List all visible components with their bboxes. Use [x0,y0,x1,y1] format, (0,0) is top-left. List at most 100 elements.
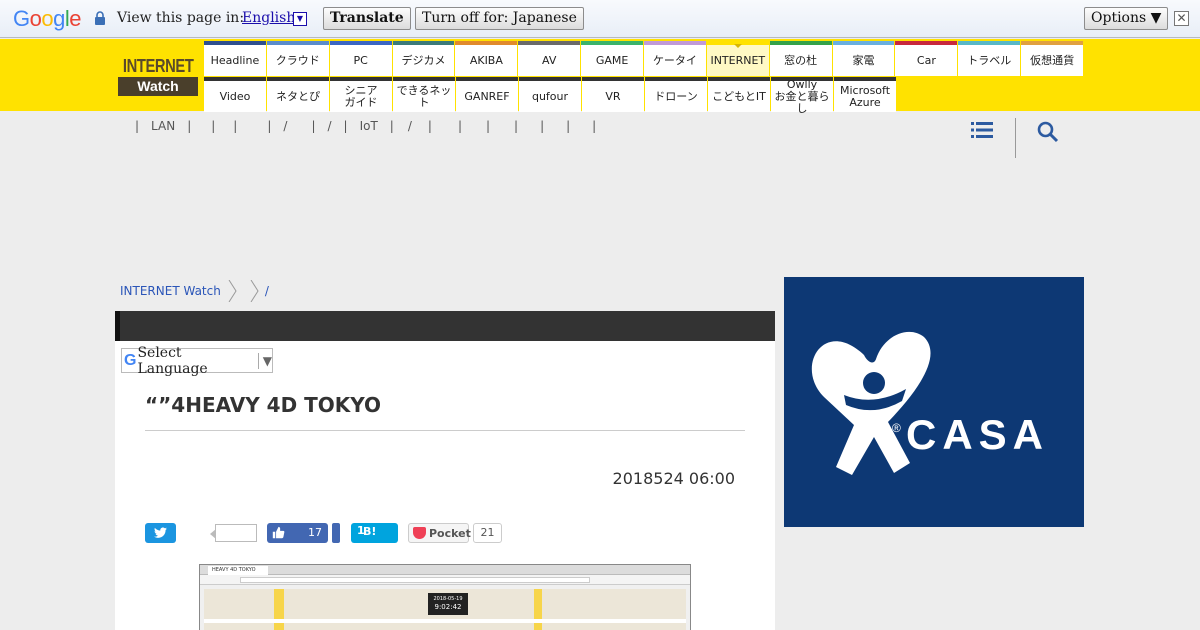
select-language-label: Select Language [137,344,208,377]
chevron-down-icon: ▼ [262,353,272,368]
twitter-icon [154,527,167,538]
nav-item[interactable]: qufour [519,77,581,112]
screenshot-tabbar: HEAVY 4D TOKYO [200,565,690,575]
nav-item[interactable]: デジカメ [392,41,455,76]
sub-nav-separator: | [187,119,192,133]
menu-icon[interactable] [971,121,993,139]
casa-logo [811,331,931,475]
sub-nav-separator: | [211,119,216,133]
map-road [534,589,542,630]
turn-off-button[interactable]: Turn off for: Japanese [415,7,584,30]
nav-row-primary: Headline クラウド PC デジカメ AKIBA AV GAME ケータイ INTERNE… [204,41,1084,77]
nav-item[interactable]: ネタとぴ [267,77,329,112]
sub-nav-separator: | [233,119,238,133]
sub-nav-separator: | [311,119,316,133]
sub-nav-separator: | [135,119,140,133]
breadcrumb-home[interactable]: INTERNET Watch [120,284,221,298]
translate-button[interactable]: Translate [323,7,411,30]
breadcrumb-separator-icon [250,280,259,302]
header-divider [1015,118,1016,158]
title-divider [145,430,745,431]
nav-item[interactable]: クラウド [266,41,329,76]
article-title: “”4HEAVY 4D TOKYO [145,393,382,417]
nav-item[interactable]: ドローン [645,77,707,112]
dropdown-divider [257,352,259,369]
chevron-down-icon[interactable]: ▼ [293,12,307,26]
view-page-label: View this page in: [117,10,245,26]
nav-item[interactable]: Video [204,77,266,112]
close-icon[interactable]: ✕ [1174,11,1189,26]
nav-item[interactable]: ケータイ [644,41,706,76]
article: G Select Language ▼ “”4HEAVY 4D TOKYO 20… [115,311,775,630]
pocket-count: 21 [473,523,502,543]
nav-item[interactable]: GANREF [456,77,518,112]
translate-bar: Google View this page in: English ▼ Tran… [0,0,1200,38]
sub-nav-separator: | [343,119,348,133]
nav-item[interactable]: Microsoft Azure [834,77,896,112]
sub-nav-separator: | [514,119,519,133]
facebook-share-button[interactable] [332,523,340,543]
sub-nav-separator: | [540,119,545,133]
nav-item[interactable]: AV [518,41,581,76]
sub-nav-item[interactable]: / [283,119,287,133]
lock-icon [95,11,105,25]
language-select[interactable]: English [242,10,295,26]
google-logo: Google [13,6,82,31]
site-header: INTERNET Watch Headline クラウド PC デジカメ AKIBA AV… [0,39,1200,114]
nav-item[interactable]: Owlly お金と暮らし [771,77,833,114]
hatena-bookmark-button[interactable]: B! 1 [351,523,398,543]
sub-nav-separator: | [566,119,571,133]
nav-item[interactable]: PC [329,41,392,76]
map-road [274,589,284,630]
screenshot-urlbar [200,575,690,585]
sub-nav-separator: | [592,119,597,133]
search-icon[interactable] [1037,121,1059,143]
sub-nav-separator: | [427,119,432,133]
casa-ad[interactable]: ® CASA [784,277,1084,527]
sub-nav-item[interactable]: / [327,119,331,133]
article-date: 2018524 06:00 [612,469,735,488]
nav-item[interactable]: 窓の杜 [769,41,832,76]
select-language-dropdown[interactable]: G Select Language ▼ [121,345,273,377]
pocket-button[interactable]: Pocket [408,523,471,543]
options-button[interactable]: Options ▼ [1084,7,1169,30]
casa-brand-text: CASA [906,411,1050,458]
nav-item[interactable]: INTERNET [706,41,769,76]
screenshot-tab: HEAVY 4D TOKYO [208,566,268,575]
google-g-icon: G [124,351,137,369]
nav-item[interactable]: GAME [581,41,644,76]
nav-item[interactable]: できるネット [393,77,455,112]
article-header-bar [115,311,775,341]
sub-nav-item[interactable]: / [408,119,412,133]
nav-item[interactable]: Car [895,41,958,76]
logo-bottom-text: Watch [118,77,198,96]
site-nav: Headline クラウド PC デジカメ AKIBA AV GAME ケータイ INTERNE… [204,41,1084,114]
nav-row-secondary: Video ネタとぴ シニア ガイド できるネット GANREF qufour VR ドローンこ… [204,77,1084,114]
nav-item[interactable]: VR [582,77,644,112]
twitter-button[interactable] [145,523,176,543]
sub-nav: | LAN | | | | / | / | IoT | / | | | | | | | [135,119,596,133]
nav-item[interactable]: 仮想通貨 [1021,41,1084,76]
pocket-label: Pocket [429,527,471,540]
sub-nav-separator: | [457,119,462,133]
screenshot-map: 2018-05-19 9:02:42 [204,589,686,630]
breadcrumb: INTERNET Watch / [120,280,269,302]
screenshot-clock: 2018-05-19 9:02:42 [428,593,468,615]
map-road [204,619,686,623]
sub-nav-item[interactable]: LAN [151,119,175,133]
nav-item[interactable]: こどもとIT [708,77,770,112]
hatena-label: B! 1 [357,524,377,538]
sub-nav-item[interactable]: IoT [360,119,378,133]
nav-item[interactable]: AKIBA [455,41,518,76]
sub-nav-separator: | [485,119,491,133]
site-logo[interactable]: INTERNET Watch [118,57,198,96]
breadcrumb-separator-icon [228,280,237,302]
clock-time: 9:02:42 [434,603,462,611]
facebook-like-button[interactable]: 17 [267,523,328,543]
article-screenshot-image[interactable]: HEAVY 4D TOKYO 2018-05-19 9:02:42 [199,564,691,630]
breadcrumb-current[interactable]: / [265,284,269,298]
nav-item[interactable]: シニア ガイド [330,77,392,112]
nav-item[interactable]: トラベル [958,41,1021,76]
nav-item[interactable]: 家電 [832,41,895,76]
nav-item[interactable]: Headline [204,41,266,76]
